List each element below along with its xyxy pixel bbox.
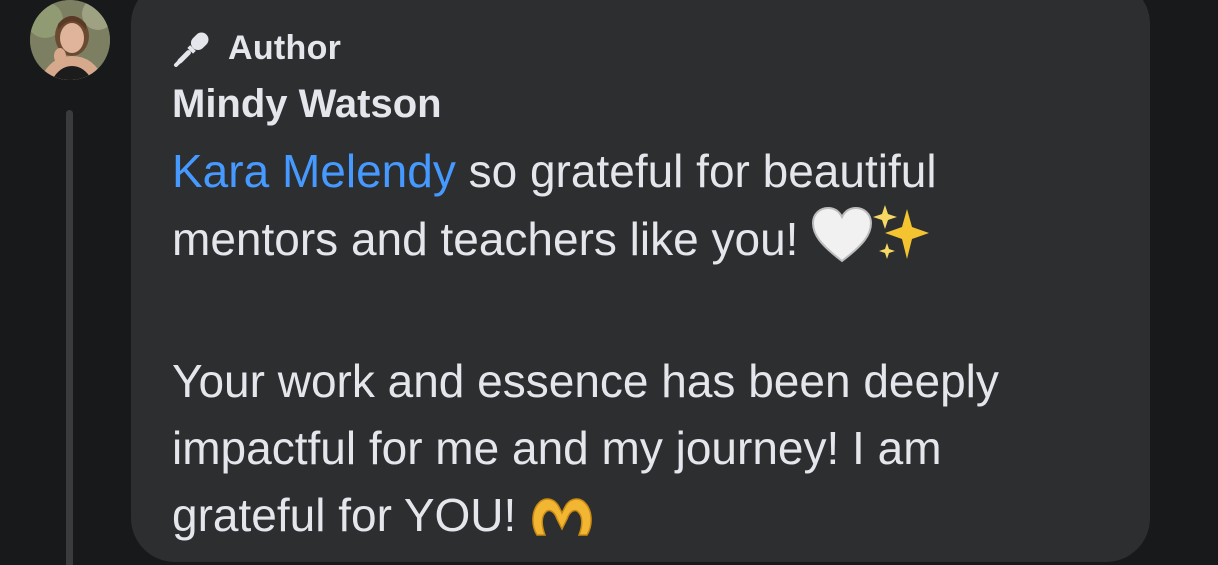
- sparkles-icon: [873, 205, 933, 281]
- comment-line-2-text: mentors and teachers like you!: [172, 213, 799, 265]
- comment-line-1: Kara Melendy so grateful for beautiful: [172, 138, 1132, 205]
- mention-link[interactable]: Kara Melendy: [172, 145, 456, 197]
- comment-line-1-text: so grateful for beautiful: [455, 145, 937, 197]
- comment-line-5-text: grateful for YOU!: [172, 489, 517, 541]
- microphone-icon: [174, 32, 209, 67]
- comment-author-name[interactable]: Mindy Watson: [172, 82, 442, 127]
- white-heart-icon: [811, 206, 873, 281]
- comment-thread: Author Mindy Watson Kara Melendy so grat…: [0, 0, 1218, 565]
- avatar[interactable]: [30, 0, 110, 80]
- author-badge: Author: [172, 24, 341, 72]
- heart-hands-icon: [529, 490, 595, 557]
- thread-connector-line: [66, 110, 73, 565]
- comment-blank-line: [172, 281, 1132, 348]
- comment-line-5: grateful for YOU!: [172, 482, 1132, 557]
- comment-line-2: mentors and teachers like you!: [172, 205, 1132, 281]
- comment-line-4: impactful for me and my journey! I am: [172, 422, 942, 474]
- comment-text: Kara Melendy so grateful for beautiful m…: [172, 138, 1132, 557]
- avatar-photo: [30, 0, 110, 80]
- author-badge-label: Author: [228, 28, 342, 67]
- comment-line-3: Your work and essence has been deeply: [172, 355, 999, 407]
